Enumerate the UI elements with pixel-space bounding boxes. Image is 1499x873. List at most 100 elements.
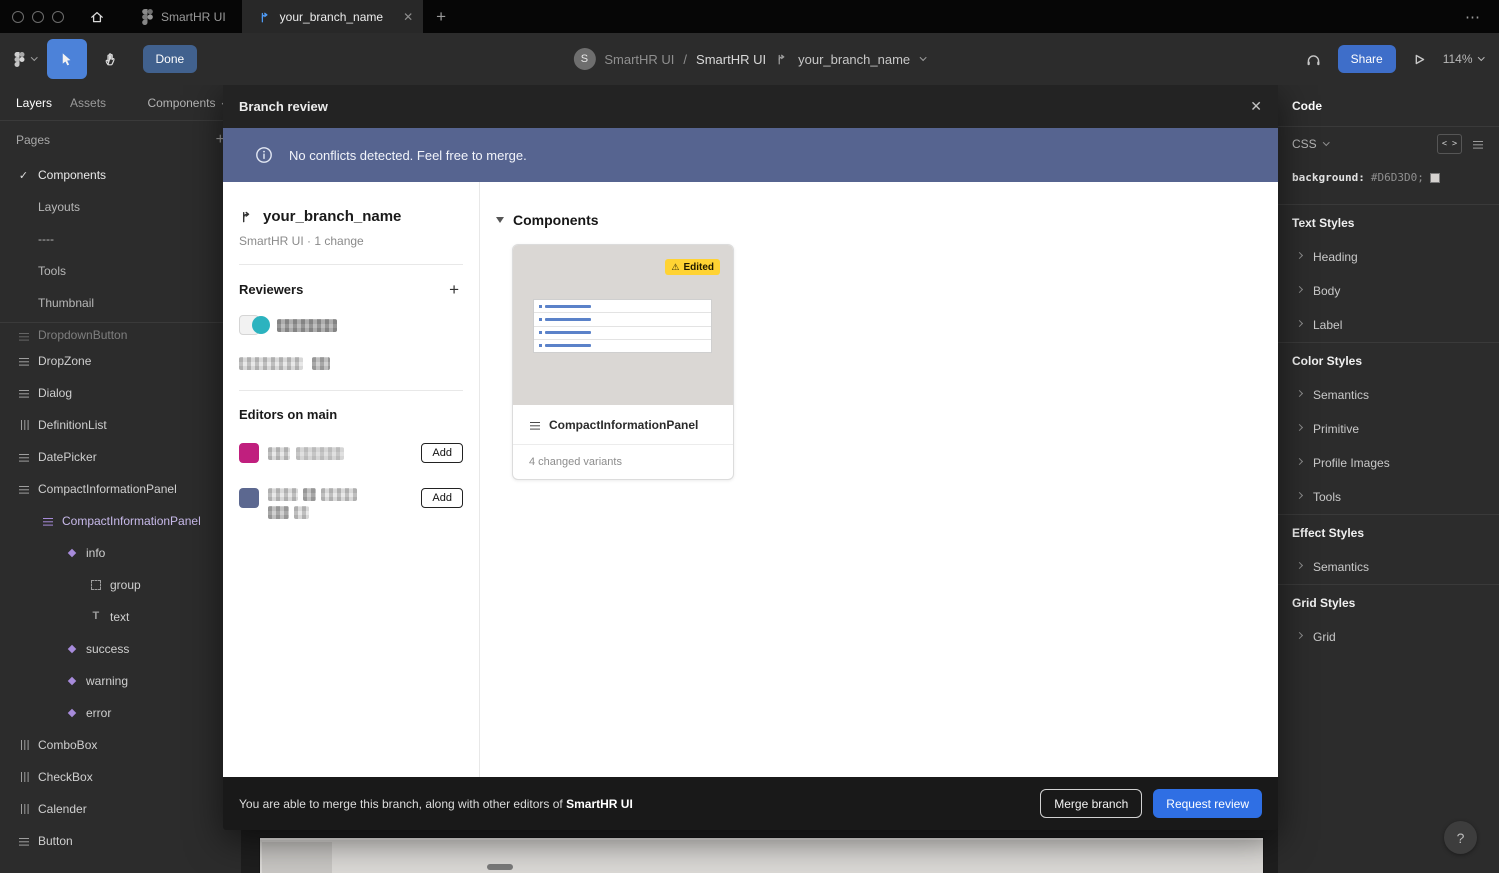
section-text-styles[interactable]: Text Styles [1278, 204, 1499, 240]
layer-item-group[interactable]: group [0, 569, 241, 601]
merge-branch-button[interactable]: Merge branch [1040, 789, 1142, 818]
section-effect-styles[interactable]: Effect Styles [1278, 514, 1499, 550]
tab-layers[interactable]: Layers [16, 96, 52, 110]
layer-item[interactable]: ComboBox [0, 729, 241, 761]
layer-item[interactable]: DefinitionList [0, 409, 241, 441]
style-item-primitive[interactable]: Primitive [1278, 412, 1499, 446]
canvas-frame [260, 838, 1263, 873]
section-grid-styles[interactable]: Grid Styles [1278, 584, 1499, 620]
component-set-icon [42, 515, 54, 527]
chevron-right-icon [1296, 562, 1303, 569]
new-tab-button[interactable]: + [423, 7, 459, 27]
page-item-components[interactable]: ✓ Components [0, 159, 241, 191]
layer-item-variant[interactable]: success [0, 633, 241, 665]
changed-component-card[interactable]: ⚠ Edited CompactInformationPanel 4 chang… [512, 244, 734, 480]
horizontal-scrollbar[interactable] [487, 864, 513, 870]
style-item-label[interactable]: Label [1278, 308, 1499, 342]
style-item-tools[interactable]: Tools [1278, 480, 1499, 514]
figma-logo-icon [14, 52, 25, 67]
style-item-body[interactable]: Body [1278, 274, 1499, 308]
autolayout-icon [18, 355, 30, 367]
css-selector[interactable]: CSS [1292, 137, 1317, 151]
home-icon [89, 9, 105, 25]
layer-item[interactable]: DatePicker [0, 441, 241, 473]
page-item-thumbnail[interactable]: Thumbnail [0, 287, 241, 319]
style-item-semantics[interactable]: Semantics [1278, 378, 1499, 412]
layer-item[interactable]: Dialog [0, 377, 241, 409]
zoom-level: 114% [1443, 52, 1473, 66]
main-menu-button[interactable] [0, 33, 47, 85]
layers-list: DropdownButton DropZone Dialog Definitio… [0, 322, 241, 857]
page-item-dashes[interactable]: ---- [0, 223, 241, 255]
editor-row: Add [239, 442, 463, 464]
layer-item-variant[interactable]: warning [0, 665, 241, 697]
hand-tool-button[interactable] [91, 39, 131, 79]
components-section-toggle[interactable]: Components [496, 212, 1278, 228]
page-item-layouts[interactable]: Layouts [0, 191, 241, 223]
style-item-profile-images[interactable]: Profile Images [1278, 446, 1499, 480]
style-item-heading[interactable]: Heading [1278, 240, 1499, 274]
layer-item[interactable]: DropdownButton [0, 323, 241, 345]
code-language-row: CSS < > [1278, 127, 1499, 161]
layer-item[interactable]: CompactInformationPanel [0, 473, 241, 505]
layer-item[interactable]: CheckBox [0, 761, 241, 793]
add-editor-button[interactable]: Add [421, 488, 463, 508]
window-minimize-button[interactable] [32, 11, 44, 23]
reviewer-row [239, 314, 463, 336]
page-item-tools[interactable]: Tools [0, 255, 241, 287]
tool-group [47, 39, 131, 79]
page-selector[interactable]: Components [147, 96, 227, 110]
cursor-icon [59, 52, 74, 67]
add-editor-button[interactable]: Add [421, 443, 463, 463]
layer-item-variant[interactable]: info [0, 537, 241, 569]
breadcrumb-branch[interactable]: your_branch_name [798, 52, 910, 67]
edited-badge: ⚠ Edited [665, 259, 720, 275]
editors-title: Editors on main [239, 407, 337, 422]
redacted-name [294, 506, 309, 519]
layer-item[interactable]: Button [0, 825, 241, 857]
tab-assets[interactable]: Assets [70, 96, 106, 110]
triangle-down-icon [496, 217, 504, 223]
layer-item[interactable]: DropZone [0, 345, 241, 377]
style-item-effect-semantics[interactable]: Semantics [1278, 550, 1499, 584]
right-sidebar: Code CSS < > background: #D6D3D0; Text S… [1278, 85, 1499, 873]
window-maximize-button[interactable] [52, 11, 64, 23]
figma-logo-icon [142, 9, 153, 25]
zoom-control[interactable]: 114% [1443, 52, 1483, 66]
tab-smarthr-ui[interactable]: SmartHR UI [126, 0, 242, 33]
add-reviewer-button[interactable]: + [449, 281, 459, 298]
help-button[interactable]: ? [1444, 821, 1477, 854]
list-view-icon[interactable] [1469, 135, 1487, 153]
changes-panel: Components ⚠ Edited [480, 182, 1278, 777]
close-icon[interactable]: ✕ [1250, 98, 1262, 115]
section-color-styles[interactable]: Color Styles [1278, 342, 1499, 378]
tab-branch[interactable]: your_branch_name ✕ [242, 0, 423, 33]
window-close-button[interactable] [12, 11, 24, 23]
group-icon [91, 580, 101, 590]
chevron-down-icon[interactable] [920, 54, 926, 60]
layer-item-component-set[interactable]: CompactInformationPanel [0, 505, 241, 537]
home-button[interactable] [80, 0, 114, 33]
chevron-right-icon [1296, 424, 1303, 431]
layer-item[interactable]: Calender [0, 793, 241, 825]
close-tab-icon[interactable]: ✕ [403, 10, 413, 24]
present-icon[interactable] [1411, 51, 1428, 68]
redacted-name [268, 488, 298, 501]
redacted-name [239, 357, 303, 370]
code-view-icon[interactable]: < > [1437, 134, 1462, 154]
more-menu-button[interactable]: ⋯ [1465, 8, 1481, 26]
request-review-button[interactable]: Request review [1153, 789, 1262, 818]
chevron-down-icon[interactable] [1323, 139, 1329, 145]
style-item-grid[interactable]: Grid [1278, 620, 1499, 654]
breadcrumb-project[interactable]: SmartHR UI [604, 52, 674, 67]
layer-item-text[interactable]: text [0, 601, 241, 633]
done-button[interactable]: Done [143, 45, 198, 73]
pages-header: Pages + [0, 121, 241, 159]
share-button[interactable]: Share [1338, 45, 1396, 73]
move-tool-button[interactable] [47, 39, 87, 79]
redacted-name [296, 447, 344, 460]
breadcrumb-file[interactable]: SmartHR UI [696, 52, 766, 67]
chevron-down-icon [1478, 54, 1484, 60]
headphones-icon[interactable] [1304, 51, 1323, 68]
layer-item-variant[interactable]: error [0, 697, 241, 729]
